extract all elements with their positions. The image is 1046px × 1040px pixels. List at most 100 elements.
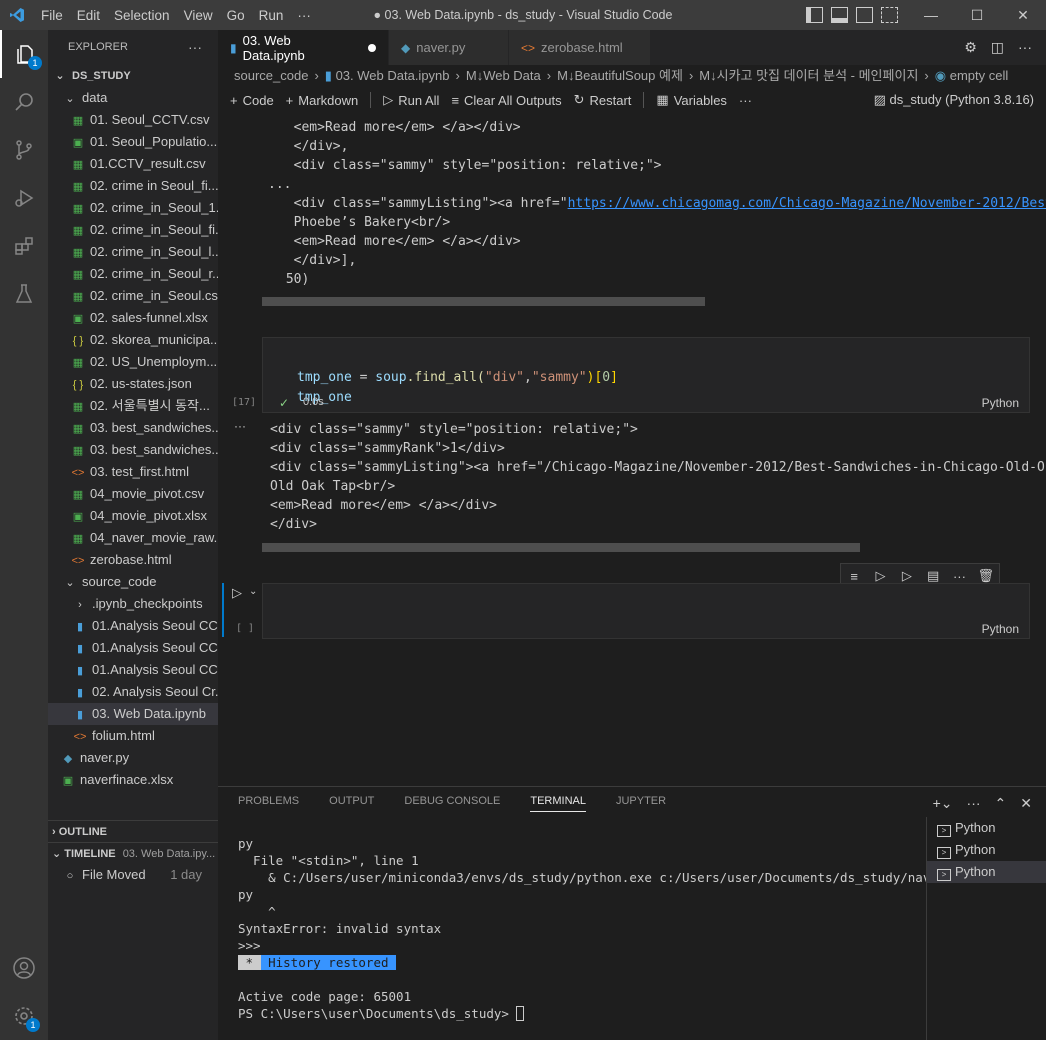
tab-terminal[interactable]: TERMINAL <box>530 795 586 812</box>
file-item[interactable]: ▦ 02. crime_in_Seoul_1... <box>48 197 218 219</box>
file-item[interactable]: ▮ 01.Analysis Seoul CC... <box>48 637 218 659</box>
split-editor-icon[interactable]: ◫ <box>991 39 1004 56</box>
file-item[interactable]: ▦ 01.CCTV_result.csv <box>48 153 218 175</box>
file-item[interactable]: ▣ 04_movie_pivot.xlsx <box>48 505 218 527</box>
breadcrumb-item[interactable]: empty cell <box>950 68 1009 83</box>
new-terminal-icon[interactable]: +⌄ <box>933 795 953 812</box>
output-scrollbar[interactable] <box>262 297 705 306</box>
panel-more-icon[interactable]: ··· <box>967 795 981 812</box>
minimize-icon[interactable]: — <box>908 0 954 30</box>
cell-code[interactable]: tmp_one = soup.find_all("div","sammy")[0… <box>297 348 618 408</box>
terminal-prompt[interactable]: PS C:\Users\user\Documents\ds_study> <box>238 1005 926 1022</box>
tab-web-data-ipynb[interactable]: ▮ 03. Web Data.ipynb <box>218 30 389 65</box>
run-all-button[interactable]: ▷ Run All <box>383 92 439 108</box>
tab-problems[interactable]: PROBLEMS <box>238 795 299 812</box>
file-item[interactable]: ▦ 02. US_Unemploym... <box>48 351 218 373</box>
clear-outputs-button[interactable]: ≡ Clear All Outputs <box>451 93 561 108</box>
file-item[interactable]: ▣ 02. sales-funnel.xlsx <box>48 307 218 329</box>
file-item[interactable]: ▦ 03. best_sandwiches... <box>48 417 218 439</box>
maximize-panel-icon[interactable]: ⌃ <box>995 795 1007 812</box>
file-item[interactable]: ▦ 02. crime_in_Seoul_l... <box>48 241 218 263</box>
toolbar-more-button[interactable]: ··· <box>739 93 752 108</box>
unsaved-dot-icon[interactable] <box>368 43 376 52</box>
tab-debug-console[interactable]: DEBUG CONSOLE <box>404 795 500 812</box>
close-icon[interactable]: ✕ <box>1000 0 1046 30</box>
file-item[interactable]: ▮ 02. Analysis Seoul Cr... <box>48 681 218 703</box>
file-item[interactable]: ▦ 02. crime_in_Seoul.csv <box>48 285 218 307</box>
tab-output[interactable]: OUTPUT <box>329 795 374 812</box>
tab-zerobase-html[interactable]: <> zerobase.html <box>509 30 651 65</box>
run-by-line-icon[interactable]: ≡ <box>841 569 867 584</box>
workspace-root[interactable]: ⌄ DS_STUDY <box>48 65 218 87</box>
breadcrumb-item[interactable]: source_code <box>234 68 308 83</box>
split-cell-icon[interactable]: ▤ <box>920 568 946 584</box>
extensions-icon[interactable] <box>0 222 48 270</box>
restart-button[interactable]: ↻ Restart <box>574 92 632 108</box>
folder-source-code[interactable]: ⌄ source_code <box>48 571 218 593</box>
add-code-button[interactable]: + Code <box>230 93 274 108</box>
file-item[interactable]: ▣ naverfinace.xlsx <box>48 769 218 791</box>
file-item[interactable]: <> zerobase.html <box>48 549 218 571</box>
testing-flask-icon[interactable] <box>0 270 48 318</box>
file-item[interactable]: ▦ 03. best_sandwiches... <box>48 439 218 461</box>
settings-gear-icon[interactable]: 1 <box>0 992 48 1040</box>
run-debug-icon[interactable] <box>0 174 48 222</box>
terminal-instance[interactable]: > Python <box>927 817 1046 839</box>
cell-language[interactable]: Python <box>982 622 1019 636</box>
run-options-chevron-icon[interactable]: ⌄ <box>249 586 257 597</box>
source-control-icon[interactable] <box>0 126 48 174</box>
menu-file[interactable]: File <box>34 8 70 23</box>
toggle-sidebar-icon[interactable] <box>806 7 823 23</box>
empty-code-cell[interactable]: Python <box>262 583 1030 639</box>
cell-more-icon[interactable]: ··· <box>946 569 972 584</box>
file-item[interactable]: ▮ 03. Web Data.ipynb <box>48 703 218 725</box>
file-item[interactable]: <> 03. test_first.html <box>48 461 218 483</box>
maximize-icon[interactable]: ☐ <box>954 0 1000 30</box>
kernel-picker[interactable]: ▨ ds_study (Python 3.8.16) <box>874 87 1034 113</box>
terminal-output[interactable]: py File "<stdin>", line 1 & C:/Users/use… <box>238 835 953 1022</box>
folder-data[interactable]: ⌄ data <box>48 87 218 109</box>
execute-below-icon[interactable]: ▷ <box>894 568 920 584</box>
customize-layout-icon[interactable] <box>881 7 898 23</box>
file-item[interactable]: <> folium.html <box>48 725 218 747</box>
menu-more[interactable]: ··· <box>290 8 318 23</box>
file-item[interactable]: ▮ 01.Analysis Seoul CC... <box>48 659 218 681</box>
file-item[interactable]: ▮ 01.Analysis Seoul CC... <box>48 615 218 637</box>
search-icon[interactable] <box>0 78 48 126</box>
explorer-more-icon[interactable]: ··· <box>188 30 202 65</box>
file-item[interactable]: ▦ 04_naver_movie_raw... <box>48 527 218 549</box>
file-item[interactable]: ▦ 01. Seoul_CCTV.csv <box>48 109 218 131</box>
file-item[interactable]: ◆ naver.py <box>48 747 218 769</box>
breadcrumb-item[interactable]: M↓BeautifulSoup 예제 <box>557 68 683 83</box>
file-item[interactable]: ▦ 02. crime_in_Seoul_fi... <box>48 219 218 241</box>
explorer-icon[interactable]: 1 <box>0 30 48 78</box>
file-item[interactable]: { } 02. us-states.json <box>48 373 218 395</box>
menu-go[interactable]: Go <box>220 8 252 23</box>
file-item[interactable]: { } 02. skorea_municipa... <box>48 329 218 351</box>
tab-naver-py[interactable]: ◆ naver.py <box>389 30 509 65</box>
file-item[interactable]: ▦ 02. crime_in_Seoul_r... <box>48 263 218 285</box>
account-icon[interactable] <box>0 944 48 992</box>
breadcrumb-item[interactable]: M↓시카고 맛집 데이터 분석 - 메인페이지 <box>699 68 918 83</box>
output-link[interactable]: https://www.chicagomag.com/Chicago-Magaz… <box>568 196 1046 211</box>
add-markdown-button[interactable]: + Markdown <box>286 93 359 108</box>
file-item[interactable]: ▦ 02. crime in Seoul_fi... <box>48 175 218 197</box>
terminal-instance[interactable]: > Python <box>927 839 1046 861</box>
close-panel-icon[interactable]: ✕ <box>1020 795 1032 812</box>
file-item[interactable]: ▦ 02. 서울특별시 동작... <box>48 395 218 417</box>
run-cell-icon[interactable]: ▷ <box>232 585 242 601</box>
execute-above-icon[interactable]: ▷ <box>867 568 893 584</box>
cell-language[interactable]: Python <box>982 396 1019 410</box>
more-actions-icon[interactable]: ··· <box>1018 39 1032 56</box>
menu-run[interactable]: Run <box>252 8 291 23</box>
output-more-icon[interactable]: ··· <box>234 419 246 433</box>
file-item[interactable]: ▦ 04_movie_pivot.csv <box>48 483 218 505</box>
tab-jupyter[interactable]: JUPYTER <box>616 795 666 812</box>
menu-selection[interactable]: Selection <box>107 8 177 23</box>
delete-cell-icon[interactable]: 🗑 <box>973 568 999 584</box>
menu-edit[interactable]: Edit <box>70 8 107 23</box>
timeline-section[interactable]: ⌄ TIMELINE 03. Web Data.ipy... <box>48 842 218 864</box>
output-scrollbar[interactable] <box>262 543 860 552</box>
outline-section[interactable]: › OUTLINE <box>48 820 218 842</box>
breadcrumb-item[interactable]: M↓Web Data <box>466 68 541 83</box>
